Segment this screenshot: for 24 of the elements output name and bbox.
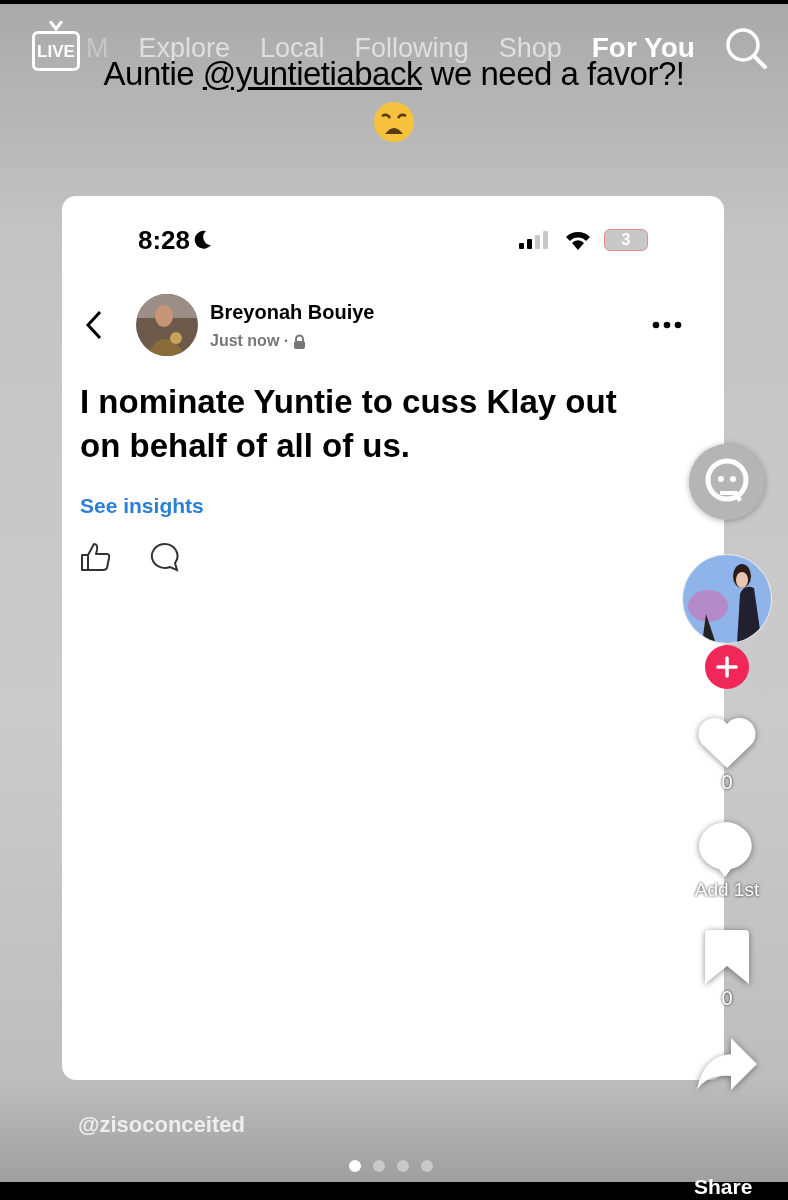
search-icon[interactable] bbox=[724, 26, 768, 70]
comment-icon[interactable] bbox=[148, 541, 180, 572]
comment-count: Add 1st bbox=[694, 878, 760, 902]
weary-face-icon bbox=[372, 100, 416, 144]
post-meta: Just now · bbox=[210, 331, 290, 351]
signal-icon bbox=[518, 230, 550, 250]
moon-icon bbox=[194, 230, 213, 250]
mention-link[interactable]: @yuntietiaback bbox=[202, 55, 422, 92]
plus-icon bbox=[716, 656, 738, 678]
avatar-sticker-icon[interactable] bbox=[689, 444, 765, 520]
like-count: 0 bbox=[721, 770, 733, 794]
save-count: 0 bbox=[721, 986, 733, 1010]
like-icon[interactable] bbox=[80, 541, 112, 572]
username[interactable]: @zisoconceited bbox=[78, 1108, 245, 1141]
post-text: I nominate Yuntie to cuss Klay out on behalf of all of us. bbox=[79, 382, 618, 466]
share-label: Share bbox=[694, 1174, 753, 1200]
follow-button[interactable] bbox=[705, 645, 749, 689]
more-icon[interactable] bbox=[652, 321, 682, 329]
wifi-icon bbox=[564, 229, 592, 251]
see-insights-link[interactable]: See insights bbox=[80, 490, 204, 522]
status-time: 8:28 bbox=[138, 223, 191, 257]
lock-icon bbox=[293, 333, 307, 349]
author-name[interactable]: Breyonah Bouiye bbox=[210, 297, 375, 327]
back-icon[interactable] bbox=[84, 309, 104, 341]
